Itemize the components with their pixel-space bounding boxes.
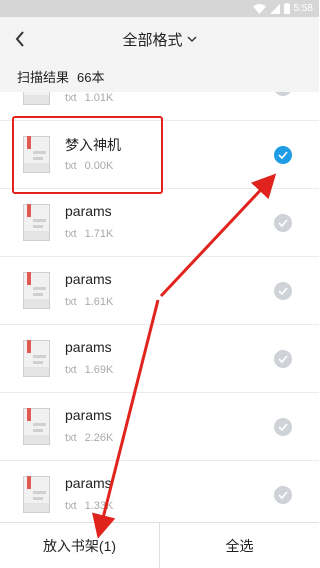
txt-file-icon [23, 92, 50, 105]
checkmark-icon [278, 355, 288, 363]
select-checkbox[interactable] [274, 92, 292, 96]
file-meta: txt 2.26K [65, 432, 113, 444]
file-size: 2.26K [84, 432, 114, 444]
file-list-item[interactable]: params txt 1.33K [0, 461, 319, 522]
file-size: 1.33K [84, 500, 114, 512]
txt-file-icon [23, 476, 50, 513]
file-meta: txt 1.61K [65, 296, 113, 308]
battery-icon [283, 3, 290, 14]
file-name: params [65, 475, 112, 491]
file-name: params [65, 203, 112, 219]
txt-file-icon [23, 408, 50, 445]
txt-file-icon [23, 272, 50, 309]
file-type: txt [65, 92, 77, 104]
file-type: txt [65, 500, 77, 512]
checkmark-icon [278, 151, 288, 159]
file-name: params [65, 339, 112, 355]
select-all-button[interactable]: 全选 [159, 523, 319, 568]
format-filter-dropdown[interactable]: 全部格式 [0, 17, 319, 61]
file-type: txt [65, 364, 77, 376]
annotation-highlight-box [12, 116, 163, 194]
wifi-icon [252, 3, 266, 14]
txt-file-icon [23, 340, 50, 377]
chevron-down-icon [187, 36, 196, 42]
checkmark-icon [278, 491, 288, 499]
select-checkbox[interactable] [274, 486, 292, 504]
select-checkbox[interactable] [274, 350, 292, 368]
file-list-item[interactable]: params txt 1.61K [0, 257, 319, 325]
file-size: 1.71K [84, 228, 114, 240]
page-title: 全部格式 [122, 31, 183, 49]
status-time: 5:58 [293, 3, 313, 14]
scan-result-label: 扫描结果 [17, 70, 70, 85]
file-size: 1.69K [84, 364, 114, 376]
checkmark-icon [278, 287, 288, 295]
file-list-item[interactable]: params txt 1.69K [0, 325, 319, 393]
file-name: params [65, 271, 112, 287]
file-size: 1.61K [84, 296, 114, 308]
file-size: 1.01K [84, 92, 114, 104]
file-list-item[interactable]: params txt 2.26K [0, 393, 319, 461]
file-meta: txt 1.71K [65, 228, 113, 240]
bottom-bar: 放入书架(1) 全选 [0, 522, 319, 568]
add-to-bookshelf-button[interactable]: 放入书架(1) [0, 523, 159, 568]
file-type: txt [65, 228, 77, 240]
file-type: txt [65, 296, 77, 308]
select-checkbox[interactable] [274, 146, 292, 164]
checkmark-icon [278, 423, 288, 431]
nav-bar: 全部格式 [0, 17, 319, 61]
status-bar: 5:58 [0, 0, 319, 17]
checkmark-icon [278, 219, 288, 227]
file-list-item[interactable]: params txt 1.71K [0, 189, 319, 257]
file-name: params [65, 407, 112, 423]
scan-result-header: 扫描结果 66本 [0, 61, 319, 92]
file-meta: txt 1.33K [65, 500, 113, 512]
scan-result-count: 66本 [77, 70, 105, 85]
status-icons: 5:58 [252, 2, 313, 15]
txt-file-icon [23, 204, 50, 241]
file-meta: txt 1.69K [65, 364, 113, 376]
file-meta: txt 1.01K [65, 92, 113, 104]
signal-icon [269, 3, 280, 14]
select-checkbox[interactable] [274, 214, 292, 232]
file-type: txt [65, 432, 77, 444]
select-checkbox[interactable] [274, 418, 292, 436]
select-checkbox[interactable] [274, 282, 292, 300]
